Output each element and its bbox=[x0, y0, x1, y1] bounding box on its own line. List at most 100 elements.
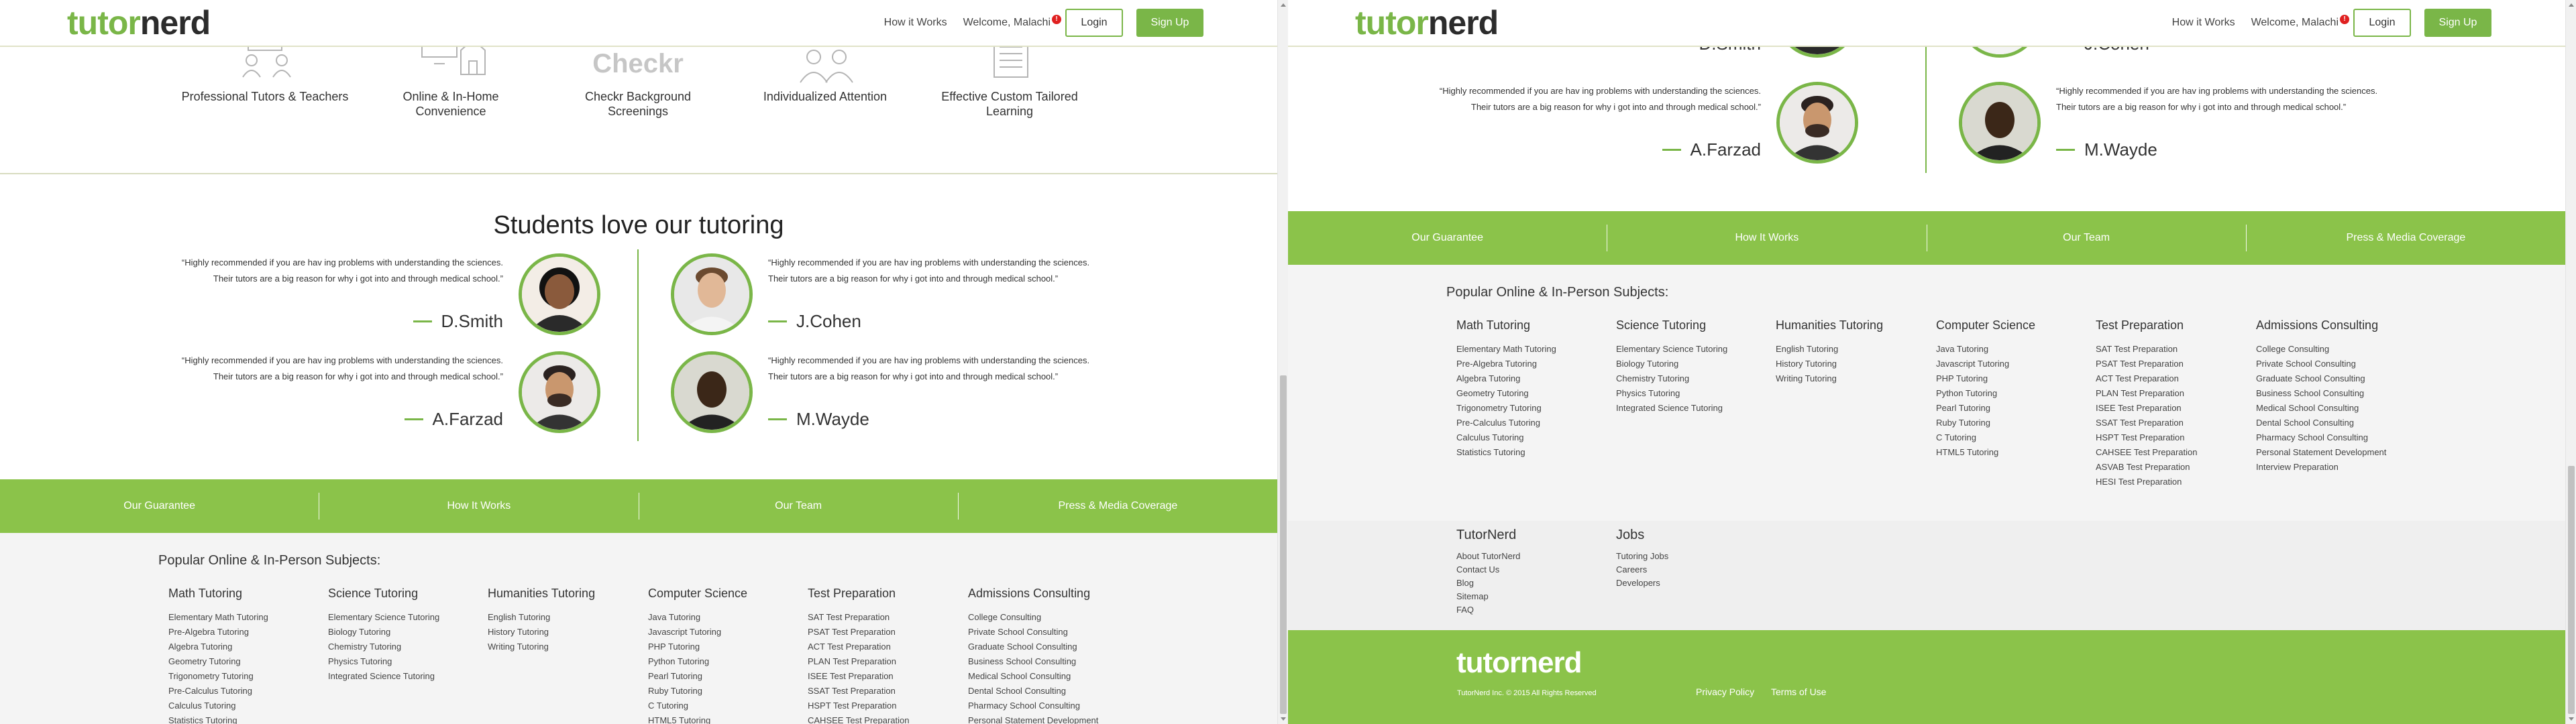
scrollbar[interactable] bbox=[2565, 0, 2576, 724]
nav-our-guarantee[interactable]: Our Guarantee bbox=[1288, 225, 1608, 251]
subject-link[interactable]: Integrated Science Tutoring bbox=[1616, 401, 1770, 416]
subject-link[interactable]: Physics Tutoring bbox=[1616, 386, 1770, 401]
subject-link[interactable]: Dental School Consulting bbox=[2256, 416, 2410, 430]
subject-link[interactable]: History Tutoring bbox=[488, 625, 642, 640]
subject-link[interactable]: Pearl Tutoring bbox=[648, 669, 802, 684]
scroll-down-arrow[interactable] bbox=[1281, 717, 1286, 721]
subject-link[interactable]: Pre-Algebra Tutoring bbox=[1456, 357, 1611, 371]
subject-link[interactable]: Private School Consulting bbox=[2256, 357, 2410, 371]
subject-link[interactable]: Business School Consulting bbox=[968, 654, 1122, 669]
signup-button[interactable]: Sign Up bbox=[2424, 9, 2491, 37]
subject-link[interactable]: Physics Tutoring bbox=[328, 654, 482, 669]
subject-link[interactable]: HSPT Test Preparation bbox=[808, 699, 962, 713]
subject-heading[interactable]: Computer Science bbox=[648, 587, 802, 601]
subject-link[interactable]: Dental School Consulting bbox=[968, 684, 1122, 699]
footer-link[interactable]: Tutoring Jobs bbox=[1616, 550, 1770, 563]
subject-link[interactable]: Medical School Consulting bbox=[968, 669, 1122, 684]
nav-press-media[interactable]: Press & Media Coverage bbox=[2247, 225, 2565, 251]
subject-link[interactable]: Elementary Science Tutoring bbox=[328, 610, 482, 625]
subject-link[interactable]: Calculus Tutoring bbox=[168, 699, 323, 713]
subject-link[interactable]: PHP Tutoring bbox=[648, 640, 802, 654]
scroll-up-arrow[interactable] bbox=[2569, 3, 2574, 7]
subject-link[interactable]: Graduate School Consulting bbox=[968, 640, 1122, 654]
subject-link[interactable]: ISEE Test Preparation bbox=[808, 669, 962, 684]
subject-heading[interactable]: Humanities Tutoring bbox=[488, 587, 642, 601]
subject-link[interactable]: C Tutoring bbox=[1936, 430, 2090, 445]
subject-link[interactable]: PLAN Test Preparation bbox=[2096, 386, 2250, 401]
subject-link[interactable]: Python Tutoring bbox=[648, 654, 802, 669]
nav-our-guarantee[interactable]: Our Guarantee bbox=[0, 493, 320, 520]
subject-link[interactable]: Business School Consulting bbox=[2256, 386, 2410, 401]
subject-link[interactable]: CAHSEE Test Preparation bbox=[2096, 445, 2250, 460]
subject-link[interactable]: PSAT Test Preparation bbox=[808, 625, 962, 640]
subject-link[interactable]: Chemistry Tutoring bbox=[328, 640, 482, 654]
subject-link[interactable]: HTML5 Tutoring bbox=[648, 713, 802, 724]
subject-heading[interactable]: Test Preparation bbox=[808, 587, 962, 601]
subject-link[interactable]: Pre-Algebra Tutoring bbox=[168, 625, 323, 640]
subject-link[interactable]: Geometry Tutoring bbox=[168, 654, 323, 669]
subject-link[interactable]: Ruby Tutoring bbox=[1936, 416, 2090, 430]
subject-link[interactable]: Interview Preparation bbox=[2256, 460, 2410, 475]
subject-link[interactable]: Medical School Consulting bbox=[2256, 401, 2410, 416]
scroll-down-arrow[interactable] bbox=[2569, 717, 2574, 721]
welcome-user-link[interactable]: Welcome, Malachi! bbox=[2251, 15, 2349, 29]
subject-link[interactable]: Personal Statement Development bbox=[968, 713, 1122, 724]
subject-link[interactable]: English Tutoring bbox=[1776, 342, 1930, 357]
privacy-policy-link[interactable]: Privacy Policy bbox=[1696, 686, 1754, 697]
subject-link[interactable]: Statistics Tutoring bbox=[168, 713, 323, 724]
subject-link[interactable]: HTML5 Tutoring bbox=[1936, 445, 2090, 460]
subject-link[interactable]: PHP Tutoring bbox=[1936, 371, 2090, 386]
scrollbar-thumb[interactable] bbox=[2568, 466, 2575, 714]
subject-link[interactable]: HESI Test Preparation bbox=[2096, 475, 2250, 489]
subject-link[interactable]: Python Tutoring bbox=[1936, 386, 2090, 401]
subject-link[interactable]: Javascript Tutoring bbox=[648, 625, 802, 640]
subject-link[interactable]: Pearl Tutoring bbox=[1936, 401, 2090, 416]
welcome-user-link[interactable]: Welcome, Malachi! bbox=[963, 15, 1061, 29]
subject-link[interactable]: ACT Test Preparation bbox=[2096, 371, 2250, 386]
subject-link[interactable]: Trigonometry Tutoring bbox=[168, 669, 323, 684]
subject-heading[interactable]: Humanities Tutoring bbox=[1776, 318, 1930, 333]
scrollbar[interactable] bbox=[1277, 0, 1288, 724]
subject-link[interactable]: CAHSEE Test Preparation bbox=[808, 713, 962, 724]
subject-link[interactable]: Biology Tutoring bbox=[1616, 357, 1770, 371]
subject-link[interactable]: Statistics Tutoring bbox=[1456, 445, 1611, 460]
nav-how-it-works[interactable]: How It Works bbox=[319, 493, 639, 520]
nav-how-it-works[interactable]: How It Works bbox=[1607, 225, 1927, 251]
subject-link[interactable]: PSAT Test Preparation bbox=[2096, 357, 2250, 371]
nav-press-media[interactable]: Press & Media Coverage bbox=[959, 493, 1277, 520]
subject-heading[interactable]: Science Tutoring bbox=[328, 587, 482, 601]
subject-link[interactable]: Java Tutoring bbox=[1936, 342, 2090, 357]
scroll-up-arrow[interactable] bbox=[1281, 3, 1286, 7]
subject-link[interactable]: SSAT Test Preparation bbox=[808, 684, 962, 699]
subject-link[interactable]: Geometry Tutoring bbox=[1456, 386, 1611, 401]
subject-heading[interactable]: Admissions Consulting bbox=[968, 587, 1122, 601]
subject-link[interactable]: Pre-Calculus Tutoring bbox=[168, 684, 323, 699]
login-button[interactable]: Login bbox=[2353, 9, 2411, 37]
subject-link[interactable]: Personal Statement Development bbox=[2256, 445, 2410, 460]
subject-link[interactable]: English Tutoring bbox=[488, 610, 642, 625]
footer-link[interactable]: Sitemap bbox=[1456, 590, 1611, 603]
subject-link[interactable]: History Tutoring bbox=[1776, 357, 1930, 371]
subject-link[interactable]: PLAN Test Preparation bbox=[808, 654, 962, 669]
subject-link[interactable]: Trigonometry Tutoring bbox=[1456, 401, 1611, 416]
subject-heading[interactable]: Science Tutoring bbox=[1616, 318, 1770, 333]
scrollbar-thumb[interactable] bbox=[1280, 375, 1287, 714]
how-it-works-link[interactable]: How it Works bbox=[2172, 17, 2235, 29]
nav-our-team[interactable]: Our Team bbox=[639, 493, 959, 520]
subject-link[interactable]: ACT Test Preparation bbox=[808, 640, 962, 654]
nav-our-team[interactable]: Our Team bbox=[1927, 225, 2247, 251]
subject-link[interactable]: College Consulting bbox=[2256, 342, 2410, 357]
subject-heading[interactable]: Test Preparation bbox=[2096, 318, 2250, 333]
subject-link[interactable]: Algebra Tutoring bbox=[1456, 371, 1611, 386]
subject-heading[interactable]: Math Tutoring bbox=[1456, 318, 1611, 333]
subject-link[interactable]: C Tutoring bbox=[648, 699, 802, 713]
signup-button[interactable]: Sign Up bbox=[1136, 9, 1203, 37]
subject-link[interactable]: SAT Test Preparation bbox=[2096, 342, 2250, 357]
subject-link[interactable]: Chemistry Tutoring bbox=[1616, 371, 1770, 386]
subject-link[interactable]: Pharmacy School Consulting bbox=[968, 699, 1122, 713]
subject-link[interactable]: Integrated Science Tutoring bbox=[328, 669, 482, 684]
subject-link[interactable]: SSAT Test Preparation bbox=[2096, 416, 2250, 430]
subject-link[interactable]: Calculus Tutoring bbox=[1456, 430, 1611, 445]
subject-link[interactable]: Writing Tutoring bbox=[1776, 371, 1930, 386]
footer-link[interactable]: Careers bbox=[1616, 563, 1770, 577]
